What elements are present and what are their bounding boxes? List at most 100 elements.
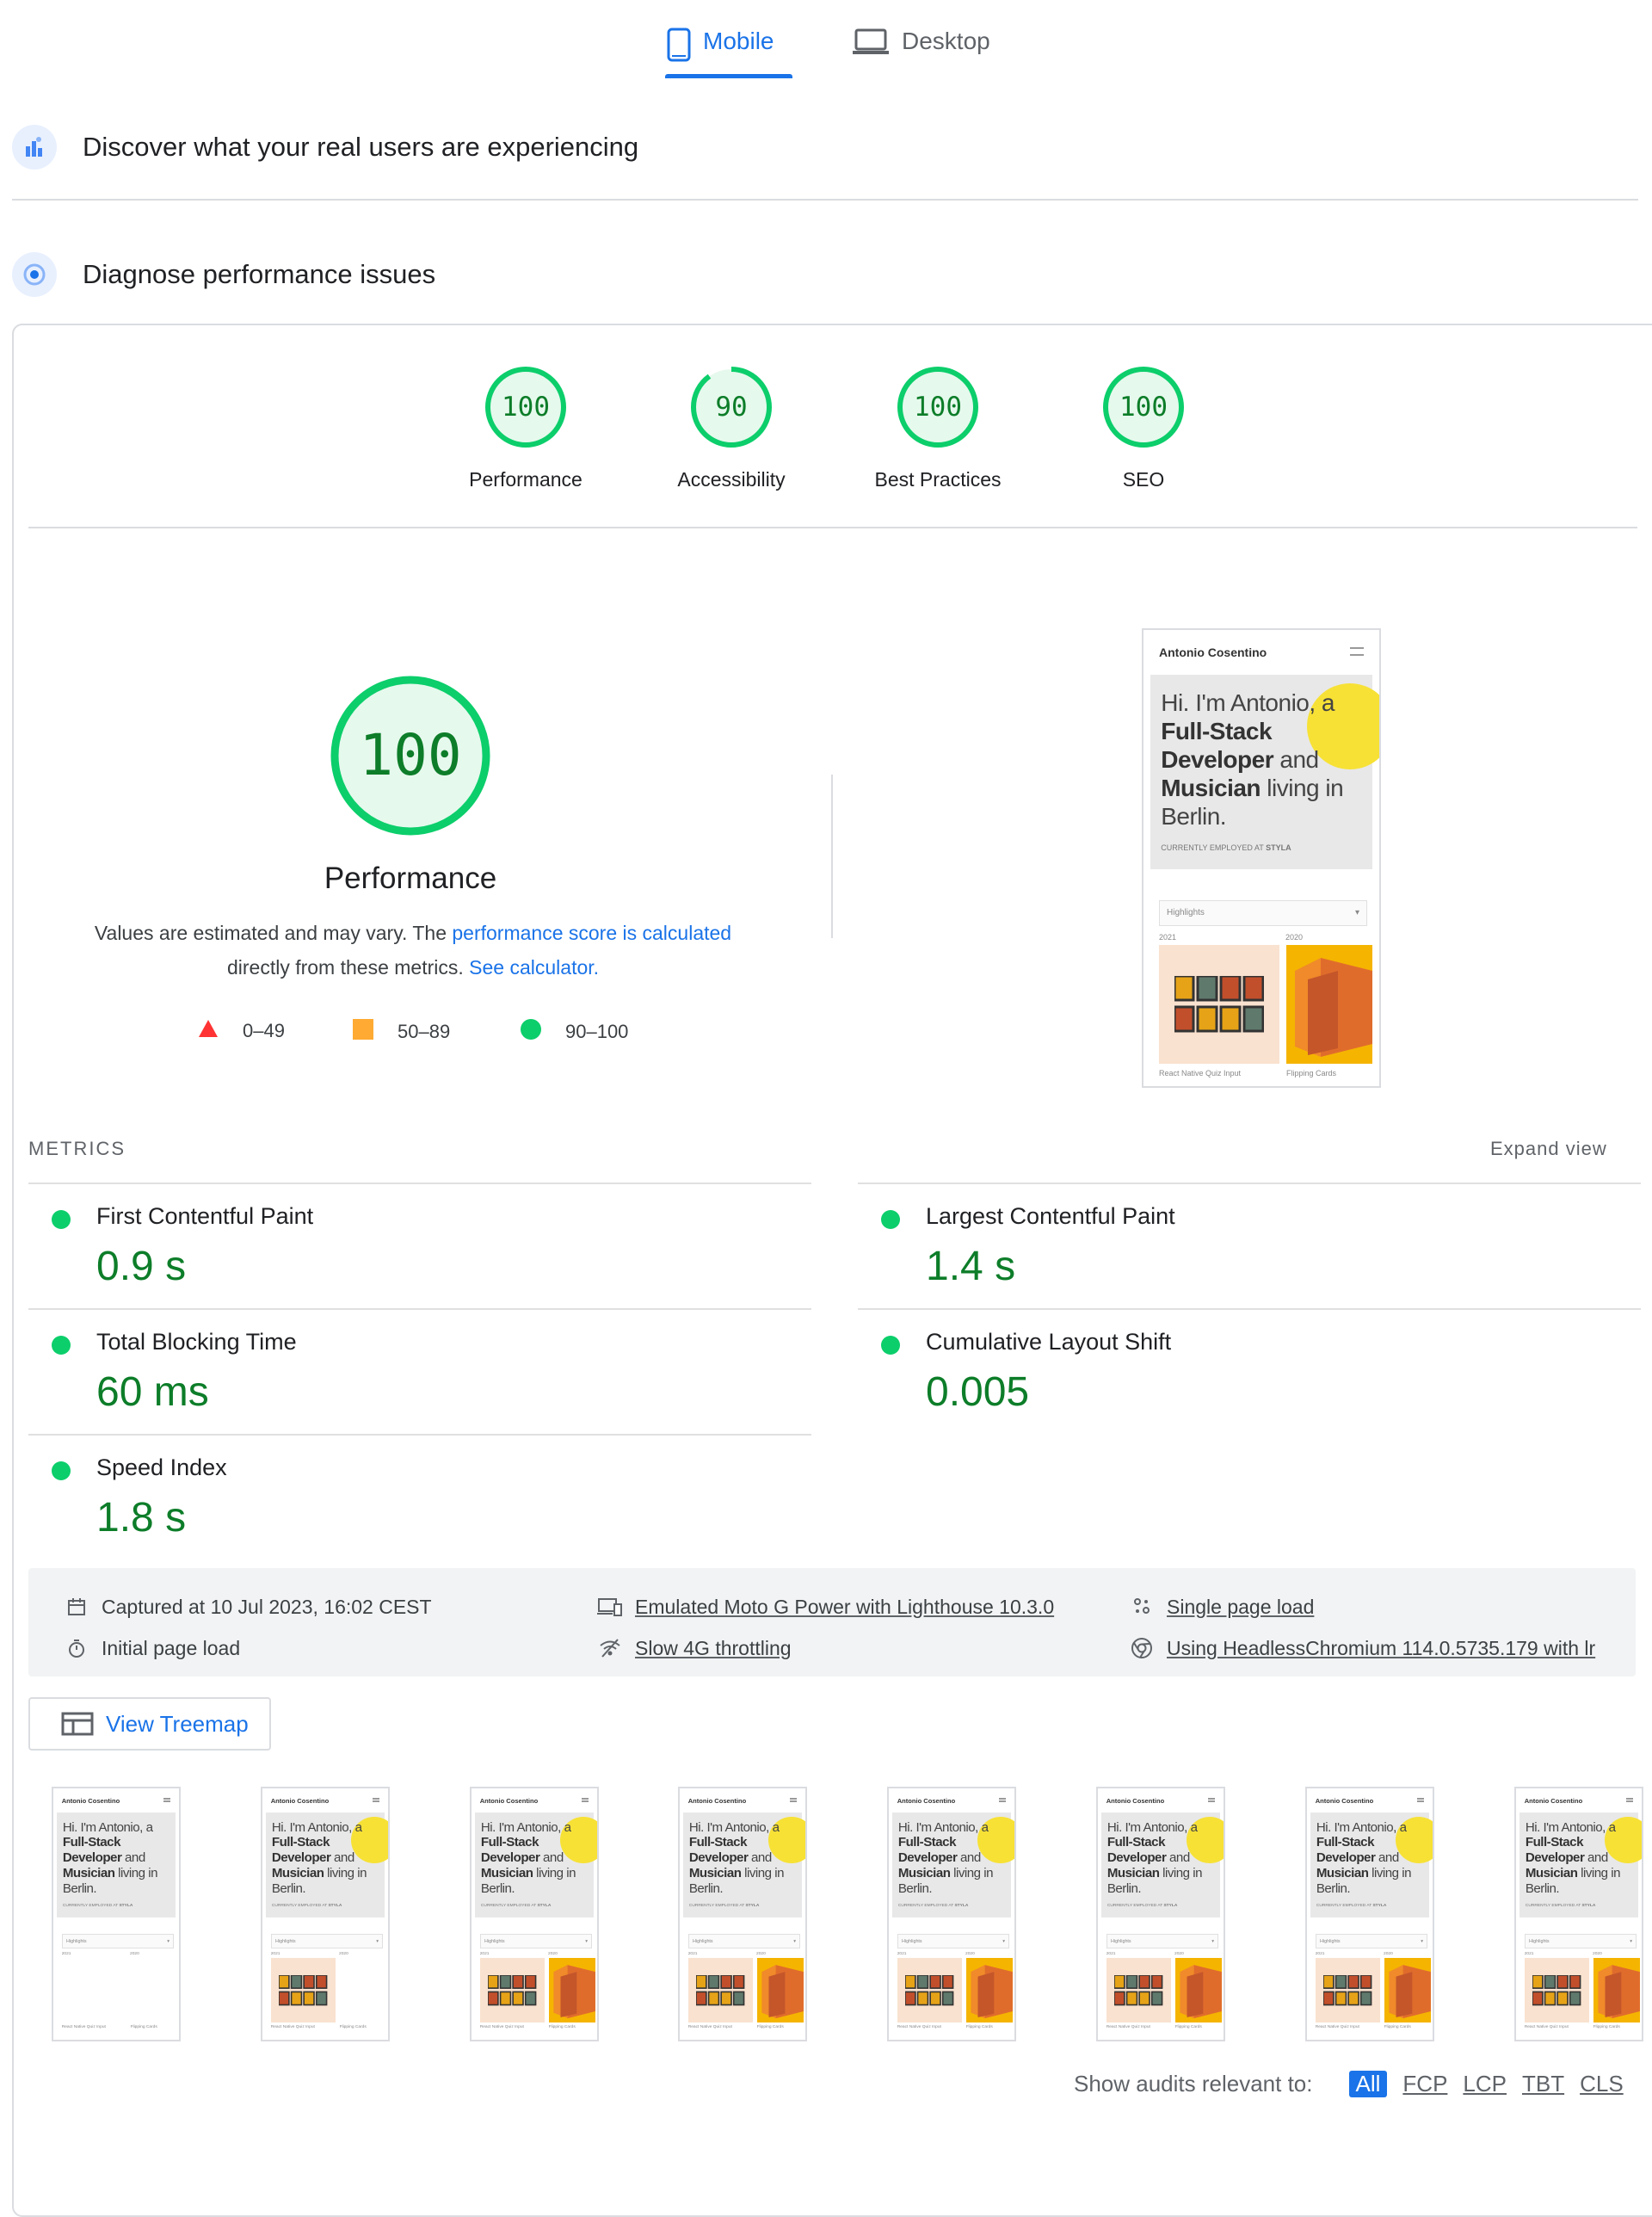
highlights-select: Highlights ▾	[1106, 1934, 1219, 1948]
red-triangle-icon	[198, 1019, 219, 1043]
legend-average: 50–89	[353, 1019, 450, 1045]
hero-text: Hi. I'm Antonio, a Full-Stack Developer an…	[897, 1819, 994, 1896]
caption-left: React Native Quiz Input	[479, 2025, 524, 2030]
hero-banner: Hi. I'm Antonio, a Full-Stack Developer an…	[57, 1813, 176, 1917]
caption-left: React Native Quiz Input	[61, 2025, 106, 2030]
year-right: 2020	[1174, 1951, 1184, 1956]
metric-value: 1.4 s	[926, 1244, 1016, 1289]
year-right: 2020	[130, 1951, 139, 1956]
year-left: 2021	[479, 1951, 490, 1956]
metric-cls: Cumulative Layout Shift 0.005	[858, 1308, 1641, 1432]
hero-banner: Hi. I'm Antonio, a Full-Stack Developer an…	[892, 1813, 1014, 1917]
chrome-icon	[1129, 1635, 1155, 1661]
score-ring: 100	[896, 365, 980, 449]
filter-tbt[interactable]: TBT	[1522, 2071, 1564, 2097]
metric-value: 0.005	[926, 1369, 1030, 1415]
year-right: 2020	[548, 1951, 558, 1956]
throttling-info[interactable]: Slow 4G throttling	[597, 1635, 792, 1661]
smartphone-icon	[667, 28, 691, 68]
gauge-best-practices[interactable]: 100 Best Practices	[860, 365, 1015, 491]
year-left: 2021	[687, 1951, 698, 1956]
menu-icon	[1207, 1797, 1216, 1803]
flipping-cards-thumbnail	[965, 1958, 1013, 2022]
menu-icon	[581, 1797, 589, 1803]
score-ring: 100	[1101, 365, 1186, 449]
crux-icon	[12, 125, 57, 170]
employment-line: CURRENTLY EMPLOYED AT STYLA	[688, 1903, 760, 1908]
expand-view-toggle[interactable]: Expand view	[1490, 1138, 1607, 1160]
real-users-title: Discover what your real users are experi…	[83, 132, 639, 162]
gauge-seo[interactable]: 100 SEO	[1066, 365, 1221, 491]
legend-fail-label: 0–49	[243, 1020, 285, 1041]
performance-title: Performance	[324, 861, 497, 895]
tab-mobile[interactable]: Mobile	[667, 19, 774, 83]
hero-text: Hi. I'm Antonio, a Full-Stack Developer an…	[1106, 1819, 1203, 1896]
hero-text: Hi. I'm Antonio, a Full-Stack Developer an…	[1316, 1819, 1412, 1896]
caption-left: React Native Quiz Input	[1524, 2025, 1569, 2030]
filter-all[interactable]: All	[1348, 2071, 1388, 2097]
employment-line: CURRENTLY EMPLOYED AT STYLA	[1525, 1903, 1596, 1908]
highlights-select: Highlights ▾	[61, 1934, 175, 1948]
employment-line: CURRENTLY EMPLOYED AT STYLA	[480, 1903, 552, 1908]
highlights-select: Highlights ▾	[1524, 1934, 1637, 1948]
tab-desktop[interactable]: Desktop	[852, 19, 990, 83]
quiz-input-thumbnail	[1315, 1958, 1381, 2022]
filter-lcp[interactable]: LCP	[1463, 2071, 1507, 2097]
network-icon	[597, 1635, 623, 1661]
year-right: 2020	[1384, 1951, 1393, 1956]
browser-info[interactable]: Using HeadlessChromium 114.0.5735.179 wi…	[1129, 1635, 1595, 1661]
view-treemap-button[interactable]: View Treemap	[28, 1697, 271, 1751]
employment-line: CURRENTLY EMPLOYED AT STYLA	[1316, 1903, 1387, 1908]
gauge-accessibility[interactable]: 90 Accessibility	[654, 365, 809, 491]
divider	[12, 199, 1638, 201]
performance-main-gauge: 100	[328, 673, 493, 838]
metric-value: 0.9 s	[96, 1244, 187, 1289]
highlights-select: Highlights ▾	[1159, 900, 1367, 926]
score-ring: 90	[689, 365, 774, 449]
treemap-icon	[61, 1712, 94, 1736]
filmstrip-frame: Antonio Cosentino Hi. I'm Antonio, a Full-…	[1514, 1787, 1643, 2041]
quiz-input-thumbnail	[1106, 1958, 1172, 2022]
quiz-input-thumbnail	[687, 1958, 754, 2022]
score-calculated-link[interactable]: performance score is calculated	[452, 922, 731, 944]
highlights-select: Highlights ▾	[270, 1934, 384, 1948]
hero-text: Hi. I'm Antonio, a Full-Stack Developer an…	[271, 1819, 367, 1896]
flipping-cards-thumbnail	[1286, 945, 1372, 1064]
real-users-section-header[interactable]: Discover what your real users are experi…	[12, 125, 638, 170]
hero-text: Hi. I'm Antonio, a Full-Stack Developer an…	[1161, 689, 1344, 830]
quiz-input-thumbnail	[897, 1958, 963, 2022]
gauge-performance[interactable]: 100 Performance	[448, 365, 603, 491]
desc-text: Values are estimated and may vary. The	[94, 922, 453, 944]
orange-square-icon	[353, 1019, 373, 1045]
flipping-cards-thumbnail	[1384, 1958, 1431, 2022]
initial-load: Initial page load	[64, 1635, 240, 1661]
filmstrip-frame: Antonio Cosentino Hi. I'm Antonio, a Full-…	[1096, 1787, 1225, 2041]
metric-name: Speed Index	[96, 1454, 227, 1480]
highlights-select: Highlights ▾	[687, 1934, 801, 1948]
caption-left: React Native Quiz Input	[897, 2025, 941, 2030]
devices-icon	[597, 1594, 623, 1620]
treemap-label: View Treemap	[106, 1710, 249, 1737]
filter-fcp[interactable]: FCP	[1402, 2071, 1447, 2097]
caption-left: React Native Quiz Input	[1106, 2025, 1150, 2030]
desc-text-2: directly from these metrics.	[226, 956, 470, 979]
quiz-input-thumbnail	[1524, 1958, 1590, 2022]
caption-left: React Native Quiz Input	[270, 2025, 315, 2030]
filter-cls[interactable]: CLS	[1580, 2071, 1624, 2097]
device-info[interactable]: Emulated Moto G Power with Lighthouse 10…	[597, 1594, 1054, 1620]
green-circle-icon	[521, 1019, 541, 1045]
quiz-input-thumbnail	[479, 1958, 546, 2022]
metric-name: First Contentful Paint	[96, 1203, 314, 1229]
year-right: 2020	[339, 1951, 348, 1956]
caption-left: React Native Quiz Input	[1159, 1069, 1242, 1078]
caption-right: Flipping Cards	[965, 2025, 993, 2030]
metrics-label: METRICS	[28, 1138, 126, 1159]
year-right: 2020	[1593, 1951, 1602, 1956]
hero-banner: Hi. I'm Antonio, a Full-Stack Developer an…	[1101, 1813, 1224, 1917]
filmstrip: Antonio Cosentino Hi. I'm Antonio, a Full-…	[52, 1787, 1643, 2041]
menu-icon	[789, 1797, 798, 1803]
flipping-cards-thumbnail	[1174, 1958, 1222, 2022]
hero-text: Hi. I'm Antonio, a Full-Stack Developer an…	[480, 1819, 576, 1896]
see-calculator-link[interactable]: See calculator.	[469, 956, 599, 979]
single-load-info[interactable]: Single page load	[1129, 1594, 1314, 1620]
